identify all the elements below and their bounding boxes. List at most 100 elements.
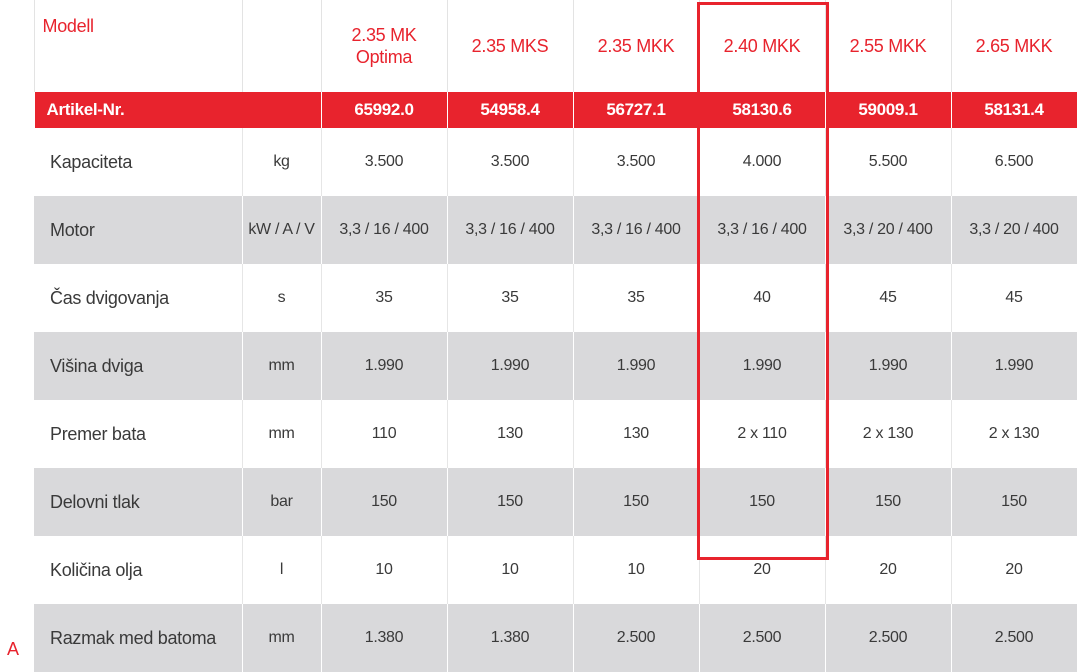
spec-value: 2 x 130 [951, 400, 1077, 468]
spec-label: Višina dviga [34, 332, 243, 400]
spec-unit: kg [242, 128, 322, 196]
spec-value: 1.380 [447, 604, 574, 672]
spec-value: 5.500 [825, 128, 952, 196]
spec-value: 1.990 [699, 332, 826, 400]
spec-value: 3.500 [573, 128, 700, 196]
spec-value: 2 x 110 [699, 400, 826, 468]
spec-unit: l [242, 536, 322, 604]
spec-value: 1.990 [825, 332, 952, 400]
spec-unit: mm [242, 604, 322, 672]
spec-value: 150 [447, 468, 574, 536]
row-letter: A [0, 604, 34, 672]
spec-value: 150 [699, 468, 826, 536]
spec-label: Motor [34, 196, 243, 264]
row-letter [0, 536, 34, 604]
spec-value: 150 [573, 468, 700, 536]
spec-row: Premer bata mm 110 130 130 2 x 110 2 x 130 2 x … [0, 400, 1077, 468]
row-letter [0, 468, 34, 536]
spec-value: 150 [825, 468, 952, 536]
spec-unit: kW / A / V [242, 196, 322, 264]
spec-value: 10 [573, 536, 700, 604]
row-letter [0, 92, 35, 128]
article-number: 59009.1 [825, 92, 952, 128]
spec-value: 150 [951, 468, 1077, 536]
article-number-label: Artikel-Nr. [34, 92, 322, 128]
spec-row: Čas dvigovanja s 35 35 35 40 45 45 [0, 264, 1077, 332]
spec-value: 10 [447, 536, 574, 604]
spec-row: A Razmak med batoma mm 1.380 1.380 2.500 2.500… [0, 604, 1077, 672]
model-name: 2.55 MKK [825, 0, 952, 92]
spec-value: 10 [321, 536, 448, 604]
corner-cell [0, 0, 35, 92]
article-number: 56727.1 [573, 92, 700, 128]
model-header-label: Modell [34, 0, 243, 92]
spec-value: 4.000 [699, 128, 826, 196]
article-number: 65992.0 [321, 92, 448, 128]
spec-value: 1.380 [321, 604, 448, 672]
model-name: 2.35 MKS [447, 0, 574, 92]
spec-value: 2.500 [951, 604, 1077, 672]
row-letter [0, 332, 34, 400]
spec-table: Modell 2.35 MK Optima 2.35 MKS 2.35 MKK … [0, 0, 1077, 672]
spec-value: 20 [825, 536, 952, 604]
spec-value: 20 [699, 536, 826, 604]
spec-value: 3,3 / 20 / 400 [825, 196, 952, 264]
spec-unit: s [242, 264, 322, 332]
article-number-row: Artikel-Nr. 65992.0 54958.4 56727.1 5813… [0, 92, 1077, 128]
row-letter [0, 264, 34, 332]
model-header-row: Modell 2.35 MK Optima 2.35 MKS 2.35 MKK … [0, 0, 1077, 92]
spec-value: 3,3 / 16 / 400 [573, 196, 700, 264]
spec-row: Kapaciteta kg 3.500 3.500 3.500 4.000 5.500 6.5… [0, 128, 1077, 196]
spec-value: 130 [573, 400, 700, 468]
spec-label: Premer bata [34, 400, 243, 468]
spec-value: 2.500 [825, 604, 952, 672]
spec-value: 3,3 / 16 / 400 [699, 196, 826, 264]
model-name: 2.65 MKK [951, 0, 1077, 92]
article-number: 54958.4 [447, 92, 574, 128]
spec-value: 35 [447, 264, 574, 332]
model-name: 2.40 MKK [699, 0, 826, 92]
spec-value: 45 [825, 264, 952, 332]
spec-unit: mm [242, 332, 322, 400]
spec-row: Višina dviga mm 1.990 1.990 1.990 1.990 1.990 1… [0, 332, 1077, 400]
row-letter [0, 128, 34, 196]
spec-value: 150 [321, 468, 448, 536]
model-name: 2.35 MKK [573, 0, 700, 92]
model-name: 2.35 MK Optima [321, 0, 448, 92]
spec-value: 130 [447, 400, 574, 468]
spec-value: 110 [321, 400, 448, 468]
spec-value: 2 x 130 [825, 400, 952, 468]
spec-value: 45 [951, 264, 1077, 332]
spec-value: 40 [699, 264, 826, 332]
spec-label: Razmak med batoma [34, 604, 243, 672]
spec-value: 3.500 [321, 128, 448, 196]
spec-value: 20 [951, 536, 1077, 604]
spec-label: Količina olja [34, 536, 243, 604]
article-number: 58130.6 [699, 92, 826, 128]
spec-value: 35 [321, 264, 448, 332]
spec-row: Motor kW / A / V 3,3 / 16 / 400 3,3 / 16 / … [0, 196, 1077, 264]
spec-value: 6.500 [951, 128, 1077, 196]
spec-value: 3,3 / 20 / 400 [951, 196, 1077, 264]
spec-value: 3,3 / 16 / 400 [447, 196, 574, 264]
spec-row: Količina olja l 10 10 10 20 20 20 [0, 536, 1077, 604]
spec-unit: mm [242, 400, 322, 468]
row-letter [0, 196, 34, 264]
spec-unit: bar [242, 468, 322, 536]
spec-value: 1.990 [951, 332, 1077, 400]
spec-value: 2.500 [699, 604, 826, 672]
spec-value: 1.990 [321, 332, 448, 400]
unit-header-cell [242, 0, 322, 92]
spec-value: 1.990 [573, 332, 700, 400]
spec-label: Kapaciteta [34, 128, 243, 196]
spec-value: 35 [573, 264, 700, 332]
spec-value: 1.990 [447, 332, 574, 400]
spec-value: 3.500 [447, 128, 574, 196]
spec-value: 2.500 [573, 604, 700, 672]
row-letter [0, 400, 34, 468]
spec-value: 3,3 / 16 / 400 [321, 196, 448, 264]
spec-label: Čas dvigovanja [34, 264, 243, 332]
spec-label: Delovni tlak [34, 468, 243, 536]
article-number: 58131.4 [951, 92, 1077, 128]
spec-row: Delovni tlak bar 150 150 150 150 150 150 [0, 468, 1077, 536]
